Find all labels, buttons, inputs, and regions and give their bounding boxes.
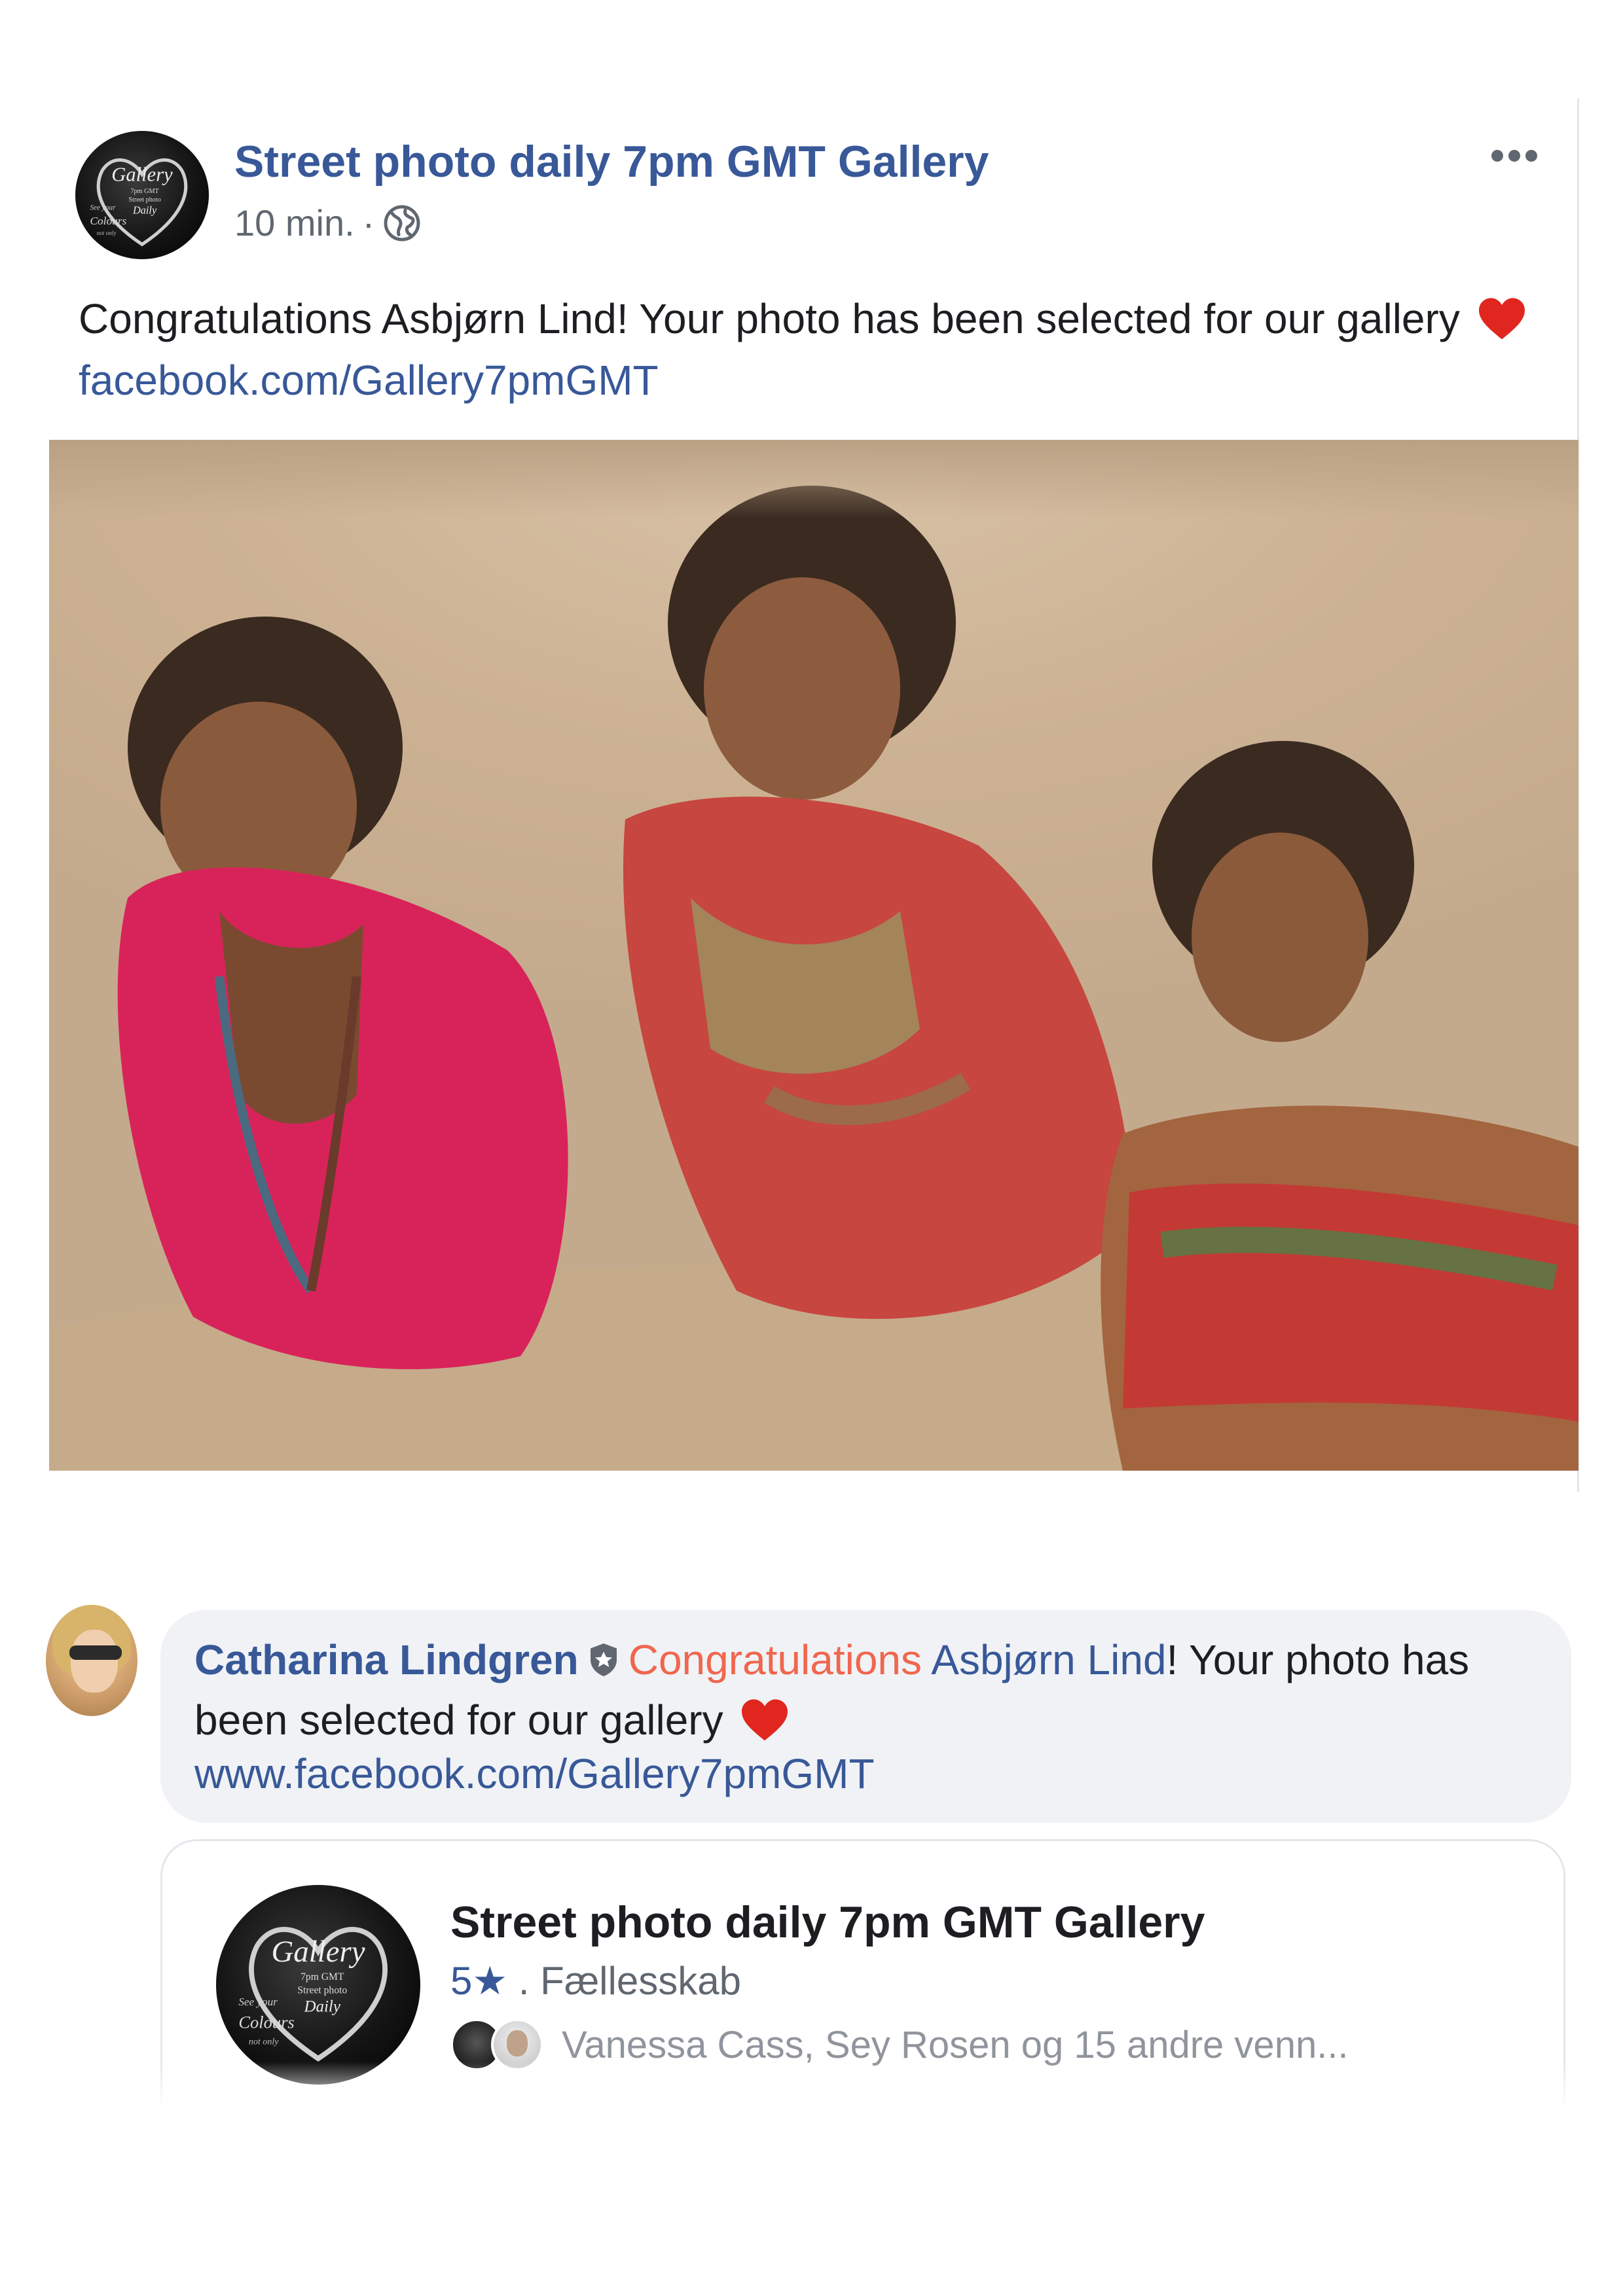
svg-text:7pm GMT: 7pm GMT — [130, 188, 159, 195]
card-page-avatar[interactable]: Gallery 7pm GMT Street photo Daily See y… — [216, 1885, 420, 2085]
post-meta: 10 min. · — [234, 202, 422, 244]
heart-emoji-icon — [742, 1699, 788, 1741]
dot — [1508, 150, 1520, 162]
heart-emoji-icon — [1478, 298, 1525, 340]
bottom-fade — [0, 2062, 1623, 2121]
svg-text:Daily: Daily — [304, 1998, 341, 2015]
mention-user-link[interactable]: Asbjørn Lind — [931, 1636, 1166, 1683]
svg-text:Colours: Colours — [238, 2012, 294, 2032]
gallery-logo-icon: Gallery 7pm GMT Street photo Daily See y… — [90, 158, 188, 247]
svg-text:Street photo: Street photo — [297, 1984, 347, 1996]
svg-text:not only: not only — [249, 2036, 279, 2047]
page-name-link[interactable]: Street photo daily 7pm GMT Gallery — [234, 136, 989, 187]
dot — [1525, 150, 1537, 162]
svg-text:7pm GMT: 7pm GMT — [301, 1971, 344, 1982]
comment-author-link[interactable]: Catharina Lindgren — [194, 1636, 579, 1683]
page-avatar[interactable]: Gallery 7pm GMT Street photo Daily See y… — [75, 131, 209, 259]
commenter-avatar[interactable] — [46, 1605, 137, 1716]
card-friends-text: Vanessa Cass, Sey Rosen og 15 andre venn… — [562, 2023, 1349, 2066]
svg-text:Colours: Colours — [90, 215, 126, 227]
dot — [1491, 150, 1503, 162]
card-rating: 5★ — [450, 1959, 508, 2003]
more-options-icon[interactable] — [1491, 143, 1550, 169]
globe-icon[interactable] — [382, 204, 422, 243]
post-photo[interactable] — [49, 440, 1578, 1471]
comment-link[interactable]: www.facebook.com/Gallery7pmGMT — [194, 1750, 875, 1797]
comment-text: Catharina Lindgren Congratulations Asbjø… — [194, 1630, 1556, 1810]
sunglasses — [69, 1645, 122, 1660]
mention-congratulations[interactable]: Congratulations — [629, 1636, 922, 1683]
svg-text:Daily: Daily — [132, 204, 157, 216]
post-link[interactable]: facebook.com/Gallery7pmGMT — [79, 357, 659, 404]
svg-text:not only: not only — [97, 230, 117, 236]
gallery-logo-icon: Gallery 7pm GMT Street photo Daily See y… — [238, 1927, 388, 2062]
svg-text:Gallery: Gallery — [111, 164, 173, 186]
card-category: . Fællesskab — [507, 1959, 741, 2003]
post-timestamp[interactable]: 10 min. — [234, 202, 355, 244]
children-photo-illustration — [49, 486, 1578, 1471]
svg-text:See your: See your — [90, 204, 116, 211]
meta-separator: · — [362, 202, 375, 243]
avatar-face — [71, 1630, 118, 1693]
card-subtitle: 5★ . Fællesskab — [450, 1958, 741, 2004]
svg-text:Gallery: Gallery — [272, 1935, 365, 1969]
svg-text:See your: See your — [238, 1996, 278, 2008]
shield-badge-icon — [590, 1643, 617, 1676]
post-message-text: Congratulations Asbjørn Lind! Your photo… — [79, 295, 1460, 342]
card-page-title[interactable]: Street photo daily 7pm GMT Gallery — [450, 1897, 1205, 1948]
post-message: Congratulations Asbjørn Lind! Your photo… — [79, 288, 1539, 411]
svg-text:Street photo: Street photo — [128, 196, 161, 204]
